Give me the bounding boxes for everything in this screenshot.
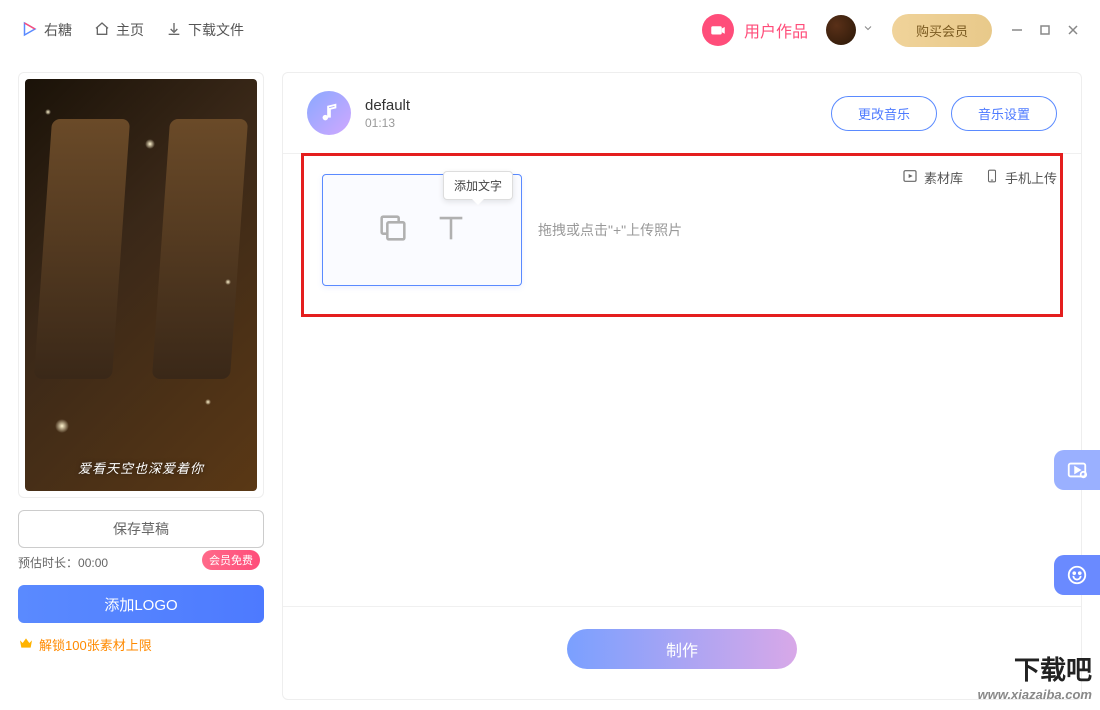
left-panel: 爱看天空也深爱着你 保存草稿 预估时长：00:00 会员免费 添加LOGO 解锁… bbox=[18, 72, 264, 700]
member-free-badge: 会员免费 bbox=[202, 550, 260, 570]
save-draft-button[interactable]: 保存草稿 bbox=[18, 510, 264, 548]
brand-text: 右糖 bbox=[44, 20, 72, 40]
user-works-link[interactable]: 用户作品 bbox=[702, 14, 808, 46]
change-music-button[interactable]: 更改音乐 bbox=[831, 96, 937, 131]
music-note-icon bbox=[307, 91, 351, 135]
bottom-bar: 制作 bbox=[283, 606, 1081, 699]
add-logo-button[interactable]: 添加LOGO bbox=[18, 585, 264, 623]
camera-icon bbox=[702, 14, 734, 46]
home-icon bbox=[94, 21, 110, 40]
minimize-button[interactable] bbox=[1010, 23, 1024, 37]
maximize-button[interactable] bbox=[1038, 23, 1052, 37]
right-panel: default 01:13 更改音乐 音乐设置 素材库 手机上传 bbox=[282, 72, 1082, 700]
music-title: default bbox=[365, 97, 817, 114]
upload-card[interactable]: 添加文字 bbox=[322, 174, 522, 286]
header-left: 右糖 主页 下载文件 bbox=[20, 20, 244, 41]
nav-download-label: 下载文件 bbox=[188, 20, 244, 40]
unlock-text: 解锁100张素材上限 bbox=[39, 635, 152, 654]
nav-download[interactable]: 下载文件 bbox=[166, 20, 244, 40]
nav-home-label: 主页 bbox=[116, 20, 144, 40]
make-button[interactable]: 制作 bbox=[567, 629, 797, 669]
float-preview-button[interactable] bbox=[1054, 450, 1100, 490]
preview-image: 爱看天空也深爱着你 bbox=[25, 79, 257, 491]
preview-caption: 爱看天空也深爱着你 bbox=[25, 458, 257, 477]
est-label: 预估时长： bbox=[18, 556, 78, 570]
header-right: 用户作品 购买会员 bbox=[702, 14, 1080, 47]
copy-icon bbox=[376, 211, 410, 250]
upload-hint: 拖拽或点击"+"上传照片 bbox=[538, 220, 682, 240]
avatar bbox=[826, 15, 856, 45]
text-icon[interactable] bbox=[434, 211, 468, 250]
avatar-menu[interactable] bbox=[826, 15, 874, 45]
close-button[interactable] bbox=[1066, 23, 1080, 37]
estimated-time-row: 预估时长：00:00 会员免费 bbox=[18, 554, 264, 571]
watermark-url: www.xiazaiba.com bbox=[978, 687, 1092, 702]
header-bar: 右糖 主页 下载文件 用户作品 购买会员 bbox=[0, 0, 1100, 60]
music-settings-button[interactable]: 音乐设置 bbox=[951, 96, 1057, 131]
upload-highlight-area: 添加文字 拖拽或点击"+"上传照片 bbox=[301, 153, 1063, 317]
float-support-button[interactable] bbox=[1054, 555, 1100, 595]
buy-member-button[interactable]: 购买会员 bbox=[892, 14, 992, 47]
user-works-label: 用户作品 bbox=[744, 18, 808, 42]
download-icon bbox=[166, 21, 182, 40]
play-icon bbox=[20, 20, 38, 41]
window-controls bbox=[1010, 23, 1080, 37]
nav-home[interactable]: 主页 bbox=[94, 20, 144, 40]
preview-card[interactable]: 爱看天空也深爱着你 bbox=[18, 72, 264, 498]
watermark-title: 下载吧 bbox=[978, 650, 1092, 687]
crown-icon bbox=[18, 635, 34, 654]
site-watermark: 下载吧 www.xiazaiba.com bbox=[978, 650, 1092, 702]
brand-logo[interactable]: 右糖 bbox=[20, 20, 72, 41]
add-text-tooltip: 添加文字 bbox=[443, 171, 513, 200]
main-content: 爱看天空也深爱着你 保存草稿 预估时长：00:00 会员免费 添加LOGO 解锁… bbox=[0, 60, 1100, 700]
music-duration: 01:13 bbox=[365, 116, 817, 130]
music-info: default 01:13 bbox=[365, 97, 817, 130]
unlock-materials-link[interactable]: 解锁100张素材上限 bbox=[18, 635, 264, 654]
music-bar: default 01:13 更改音乐 音乐设置 bbox=[283, 73, 1081, 154]
chevron-down-icon bbox=[862, 21, 874, 39]
est-time: 00:00 bbox=[78, 556, 108, 570]
